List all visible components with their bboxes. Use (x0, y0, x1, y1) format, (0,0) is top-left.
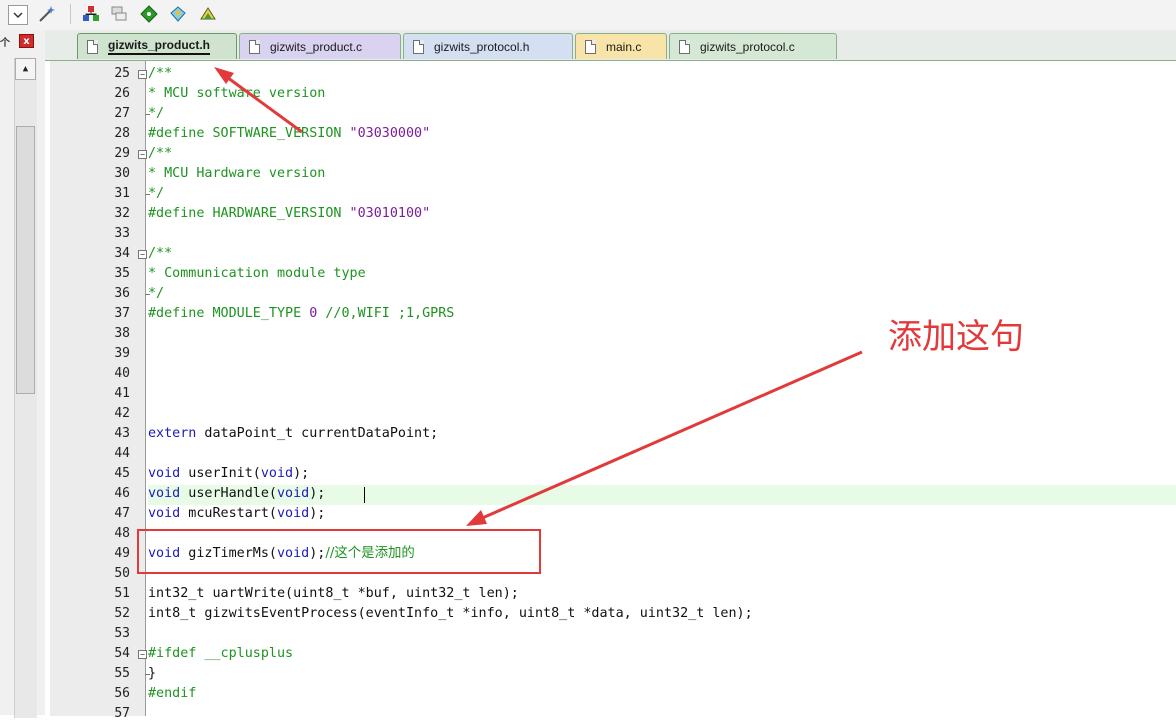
annotation-arrows (214, 67, 863, 526)
annotation-arrow-to-code (479, 350, 863, 521)
annotation-arrow-to-tab (223, 73, 303, 134)
arrowhead-icon (466, 510, 487, 526)
